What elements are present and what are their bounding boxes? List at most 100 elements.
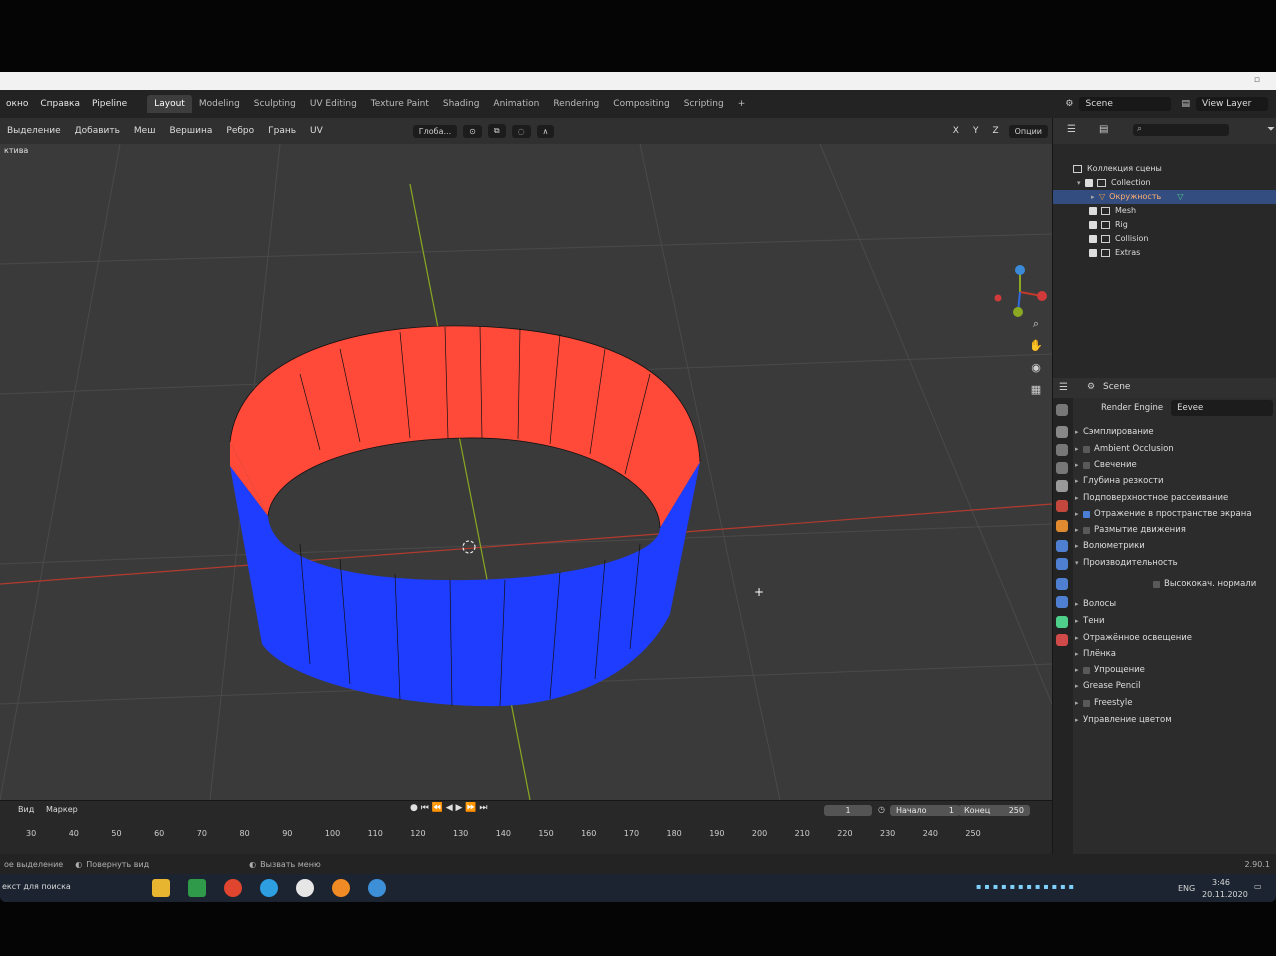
file-explorer-icon[interactable] [152,879,170,897]
exclude-checkbox[interactable] [1089,207,1097,215]
funnel-icon[interactable]: ⏷ [1267,124,1275,135]
outliner-item-rig[interactable]: Rig [1053,218,1276,232]
falloff-icon[interactable]: ∧ [536,124,555,138]
physics-tab-icon[interactable] [1056,578,1068,590]
spreadsheet-app-icon[interactable] [188,879,206,897]
outliner-item-collection[interactable]: ▾ Collection [1053,176,1276,190]
display-mode-icon[interactable]: ☰ [1067,124,1076,135]
expand-arrow-icon[interactable]: ▸ [1091,190,1099,204]
section-hair[interactable]: ▸ Волосы [1075,596,1275,612]
particles-tab-icon[interactable] [1056,558,1068,570]
view-layer-selector[interactable]: View Layer [1196,97,1268,111]
section-simplify[interactable]: ▸ Упрощение [1075,662,1275,678]
grid-view-icon[interactable]: ▦ [1028,382,1044,398]
section-color-management[interactable]: ▸ Управление цветом [1075,712,1275,728]
section-ambient-occlusion[interactable]: ▸ Ambient Occlusion [1075,441,1275,457]
menu-mesh[interactable]: Меш [127,126,163,136]
modifier-tab-icon[interactable] [1056,540,1068,552]
notification-icon[interactable]: ▭ [1254,882,1262,891]
menu-pipeline[interactable]: Pipeline [86,99,133,109]
navigation-gizmo[interactable] [990,262,1050,322]
menu-uv[interactable]: UV [303,126,330,136]
section-dof[interactable]: ▸ Глубина резкости [1075,473,1275,489]
unreal-icon[interactable] [296,879,314,897]
section-indirect-lighting[interactable]: ▸ Отражённое освещение [1075,630,1275,646]
hq-normals-checkbox[interactable] [1153,580,1160,588]
menu-select[interactable]: Выделение [0,126,68,136]
menu-vertex[interactable]: Вершина [162,126,219,136]
timeline-menu-view[interactable]: Вид [18,805,34,814]
filter-icon[interactable]: ▤ [1099,124,1108,135]
bloom-checkbox[interactable] [1083,461,1090,469]
tab-scripting[interactable]: Scripting [677,95,731,113]
section-film[interactable]: ▸ Плёнка [1075,646,1275,662]
outliner-scene-collection[interactable]: Коллекция сцены [1053,162,1276,176]
data-tab-icon[interactable] [1056,616,1068,628]
exclude-checkbox[interactable] [1089,221,1097,229]
outliner-item-mesh[interactable]: Mesh [1053,204,1276,218]
blender-icon[interactable] [332,879,350,897]
edge-icon[interactable] [260,879,278,897]
current-frame-field[interactable]: 1 [824,805,872,816]
object-tab-icon[interactable] [1056,520,1068,532]
tab-compositing[interactable]: Compositing [606,95,676,113]
outliner-item-extras[interactable]: Extras [1053,246,1276,260]
render-tab-icon[interactable] [1056,426,1068,438]
expand-arrow-icon[interactable]: ▾ [1077,176,1085,190]
clock-time[interactable]: 3:46 [1212,878,1230,887]
section-bloom[interactable]: ▸ Свечение [1075,457,1275,473]
maximize-icon[interactable]: ▫ [1254,75,1260,85]
options-dropdown[interactable]: Опции [1008,124,1048,138]
scene-selector[interactable]: Scene [1079,97,1172,111]
menu-edge[interactable]: Ребро [219,126,261,136]
playback-controls[interactable]: ● ⏮ ⏪ ◀ ▶ ⏩ ⏭ [410,803,487,813]
mirror-y[interactable]: Y [966,126,986,136]
menu-add[interactable]: Добавить [68,126,127,136]
language-indicator[interactable]: ENG [1178,884,1195,893]
material-tab-icon[interactable] [1056,634,1068,646]
tab-uv-editing[interactable]: UV Editing [303,95,364,113]
zoom-icon[interactable]: ⌕ [1028,316,1044,332]
ao-checkbox[interactable] [1083,445,1090,453]
section-sampling[interactable]: ▸ Сэмплирование [1075,424,1275,440]
end-frame-field[interactable]: Конец 250 [958,805,1030,816]
tab-animation[interactable]: Animation [486,95,546,113]
motion-blur-checkbox[interactable] [1083,526,1090,534]
scene-tab-icon[interactable] [1056,480,1068,492]
pivot-point-icon[interactable]: ⊙ [463,124,482,138]
freestyle-checkbox[interactable] [1083,699,1090,707]
tab-layout[interactable]: Layout [147,95,192,113]
outliner-item-circle[interactable]: ▸ ▽ Окружность ▽ [1053,190,1276,204]
tray-icons[interactable]: ▪▪▪▪▪▪▪▪▪▪▪▪ [976,882,1077,891]
tab-rendering[interactable]: Rendering [546,95,606,113]
add-workspace-button[interactable]: + [731,95,753,113]
high-quality-normals-option[interactable]: Высококач. нормали [1153,576,1273,592]
world-tab-icon[interactable] [1056,500,1068,512]
section-freestyle[interactable]: ▸ Freestyle [1075,695,1275,711]
simplify-checkbox[interactable] [1083,666,1090,674]
constraints-tab-icon[interactable] [1056,596,1068,608]
exclude-checkbox[interactable] [1085,179,1093,187]
mirror-x[interactable]: X [946,126,966,136]
tab-shading[interactable]: Shading [436,95,487,113]
section-sss[interactable]: ▸ Подповерхностное рассеивание [1075,490,1275,506]
camera-icon[interactable]: ◉ [1028,360,1044,376]
ssr-checkbox[interactable] [1083,510,1090,518]
menu-help[interactable]: Справка [34,99,86,109]
tool-tab-icon[interactable] [1056,404,1068,416]
snap-icon[interactable]: ⧉ [487,124,506,138]
tab-texture-paint[interactable]: Texture Paint [364,95,436,113]
section-performance[interactable]: ▾ Производительность [1075,555,1275,571]
view-layer-tab-icon[interactable] [1056,462,1068,474]
output-tab-icon[interactable] [1056,444,1068,456]
section-volumetrics[interactable]: ▸ Волюметрики [1075,538,1275,554]
app-icon[interactable] [368,879,386,897]
tab-sculpting[interactable]: Sculpting [247,95,303,113]
pan-hand-icon[interactable]: ✋ [1028,338,1044,354]
timeline-menu-marker[interactable]: Маркер [46,805,78,814]
timeline-panel[interactable]: Вид Маркер ● ⏮ ⏪ ◀ ▶ ⏩ ⏭ 1 ◷ Начало 1 Ко… [0,800,1052,855]
render-engine-dropdown[interactable]: Eevee [1171,400,1274,416]
outliner-item-collision[interactable]: Collision [1053,232,1276,246]
proportional-edit-icon[interactable]: ◌ [511,124,531,138]
tab-modeling[interactable]: Modeling [192,95,247,113]
